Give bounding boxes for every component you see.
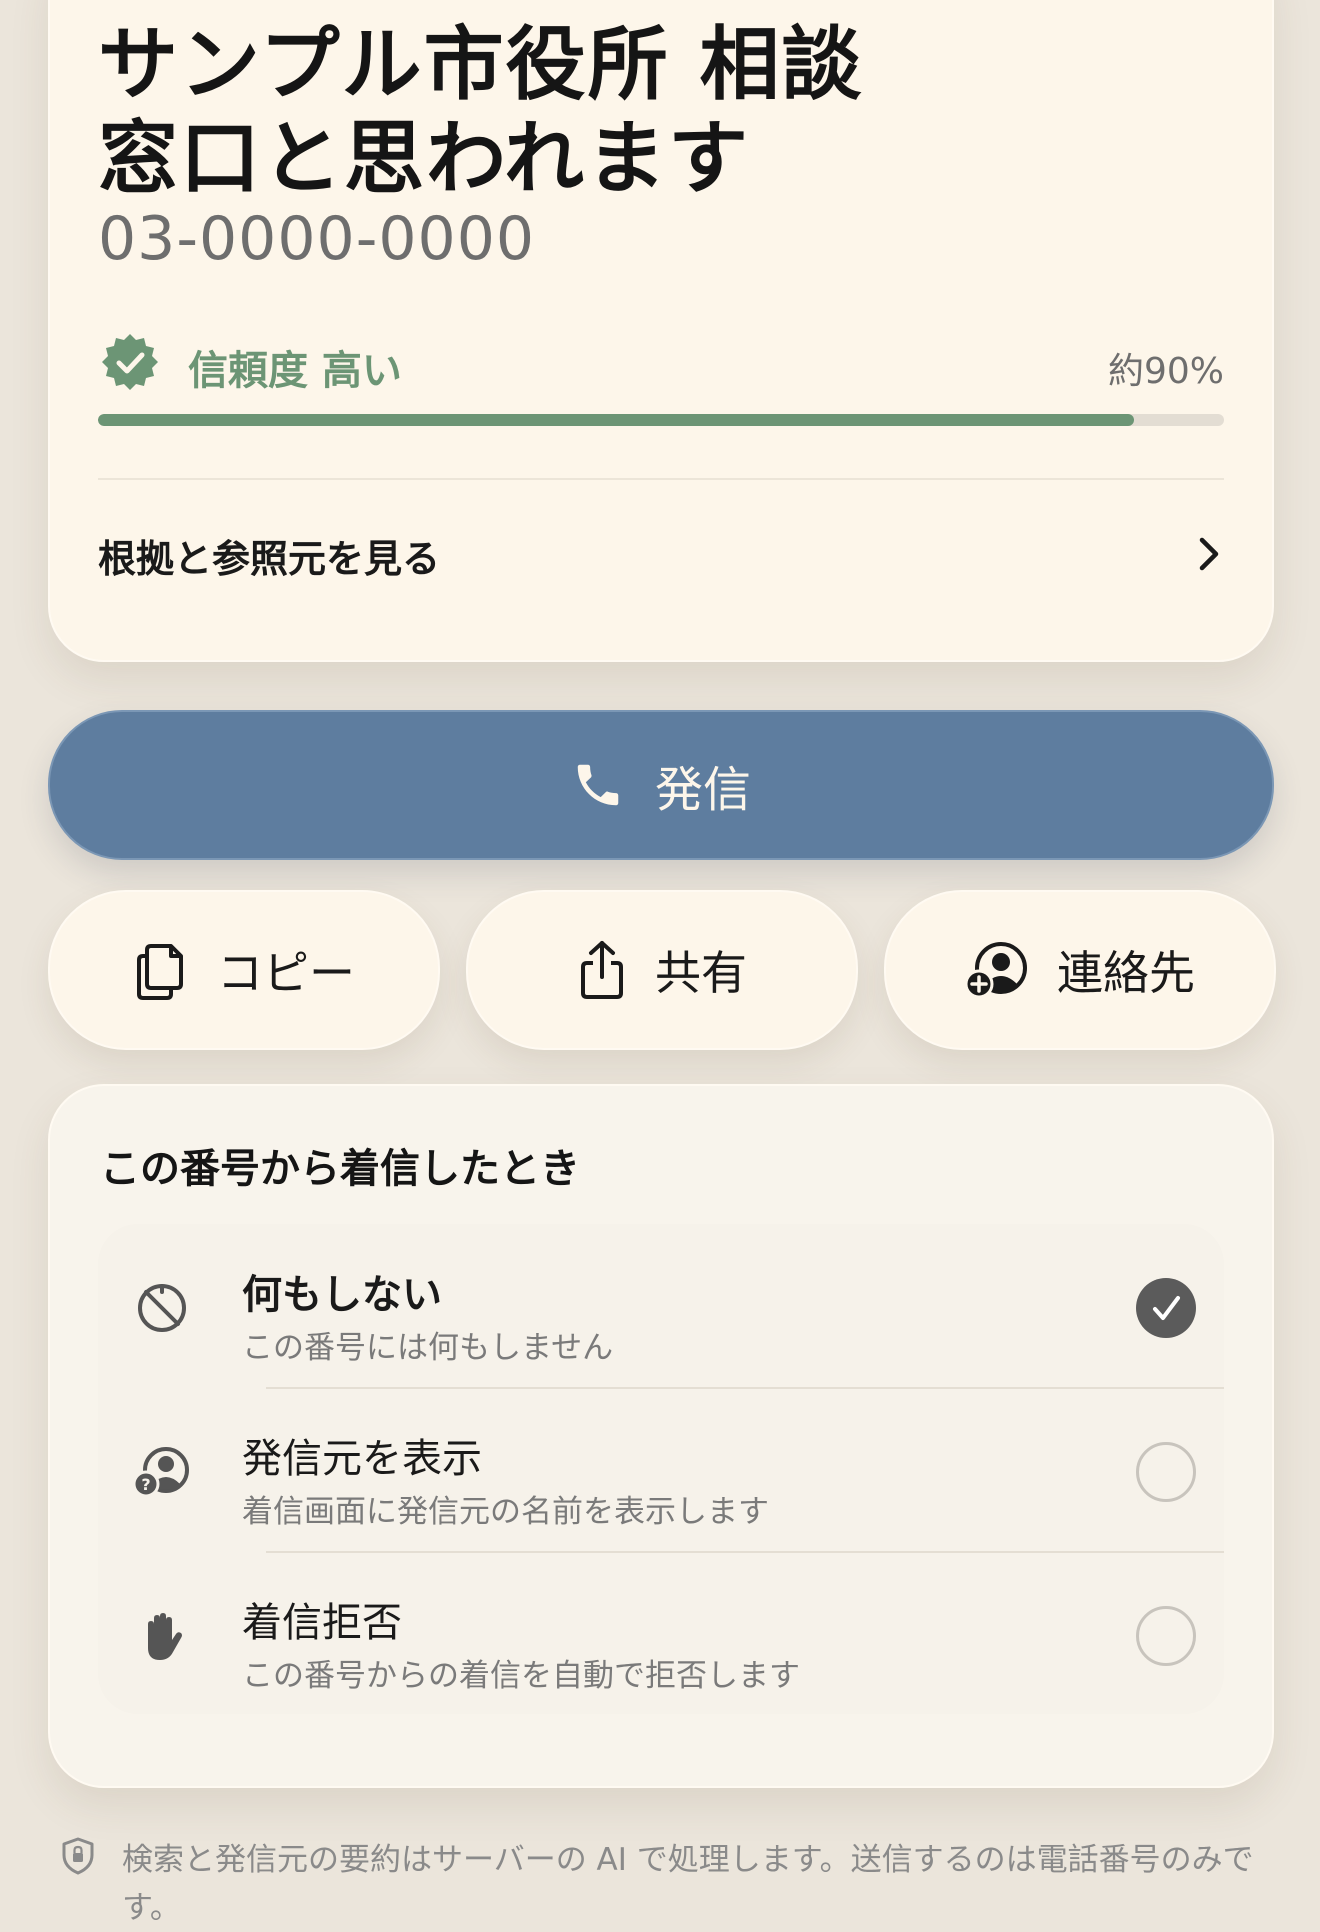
share-button[interactable]: 共有	[466, 890, 858, 1050]
shield-icon	[62, 1837, 94, 1875]
option-do-nothing[interactable]: 何もしない この番号には何もしません	[98, 1224, 1224, 1388]
option-description: 着信画面に発信元の名前を表示します	[242, 1494, 769, 1530]
option-title: 発信元を表示	[242, 1436, 482, 1482]
result-card: サンプル市役所 相談 窓口と思われます 03-0000-0000 信頼度 高い …	[48, 0, 1274, 662]
trust-row: 信頼度 高い 約90%	[98, 330, 1224, 394]
evidence-link[interactable]: 根拠と参照元を見る	[98, 482, 1224, 612]
option-title: 何もしない	[242, 1272, 442, 1318]
divider	[98, 478, 1224, 480]
radio-unselected[interactable]	[1136, 1442, 1196, 1502]
add-contact-icon	[965, 942, 1027, 999]
trust-progress-fill	[98, 414, 1134, 426]
phone-number: 03-0000-0000	[98, 204, 536, 274]
verified-badge-icon	[102, 334, 158, 390]
hand-block-icon	[148, 1613, 182, 1660]
incoming-settings-card: この番号から着信したとき 何もしない この番号には何もしません ? 発信元を表示…	[48, 1084, 1274, 1788]
option-description: この番号には何もしません	[242, 1330, 614, 1366]
copy-icon	[137, 944, 183, 1000]
option-title: 着信拒否	[242, 1600, 402, 1646]
contact-button[interactable]: 連絡先	[884, 890, 1276, 1050]
checkmark-icon	[1153, 1296, 1180, 1320]
caller-title-line-2: 窓口と思われます	[98, 112, 750, 205]
phone-icon	[577, 764, 619, 806]
share-button-label: 共有	[655, 946, 747, 1000]
do-not-disturb-icon	[138, 1284, 186, 1332]
copy-button[interactable]: コピー	[48, 890, 440, 1050]
call-button-label: 発信	[654, 762, 751, 818]
svg-text:?: ?	[141, 1475, 150, 1494]
radio-selected[interactable]	[1136, 1278, 1196, 1338]
trust-percent: 約90%	[1107, 351, 1224, 392]
copy-button-label: コピー	[217, 946, 355, 1000]
incoming-options-list: 何もしない この番号には何もしません ? 発信元を表示 着信画面に発信元の名前を…	[98, 1224, 1224, 1714]
privacy-note-text: 検索と発信元の要約はサーバーの AI で処理します。送信するのは電話番号のみです…	[122, 1842, 1254, 1926]
chevron-right-icon	[1199, 537, 1219, 571]
option-block-call[interactable]: 着信拒否 この番号からの着信を自動で拒否します	[98, 1552, 1224, 1716]
share-icon	[581, 941, 623, 999]
caller-id-icon: ?	[132, 1447, 189, 1498]
contact-button-label: 連絡先	[1057, 946, 1195, 1000]
trust-label: 信頼度 高い	[188, 348, 402, 394]
incoming-settings-title: この番号から着信したとき	[100, 1146, 580, 1192]
option-description: この番号からの着信を自動で拒否します	[242, 1658, 800, 1694]
radio-unselected[interactable]	[1136, 1606, 1196, 1666]
trust-progress-bar	[98, 414, 1224, 426]
evidence-link-label: 根拠と参照元を見る	[98, 537, 441, 581]
call-button[interactable]: 発信	[48, 710, 1274, 860]
option-show-caller[interactable]: ? 発信元を表示 着信画面に発信元の名前を表示します	[98, 1388, 1224, 1552]
